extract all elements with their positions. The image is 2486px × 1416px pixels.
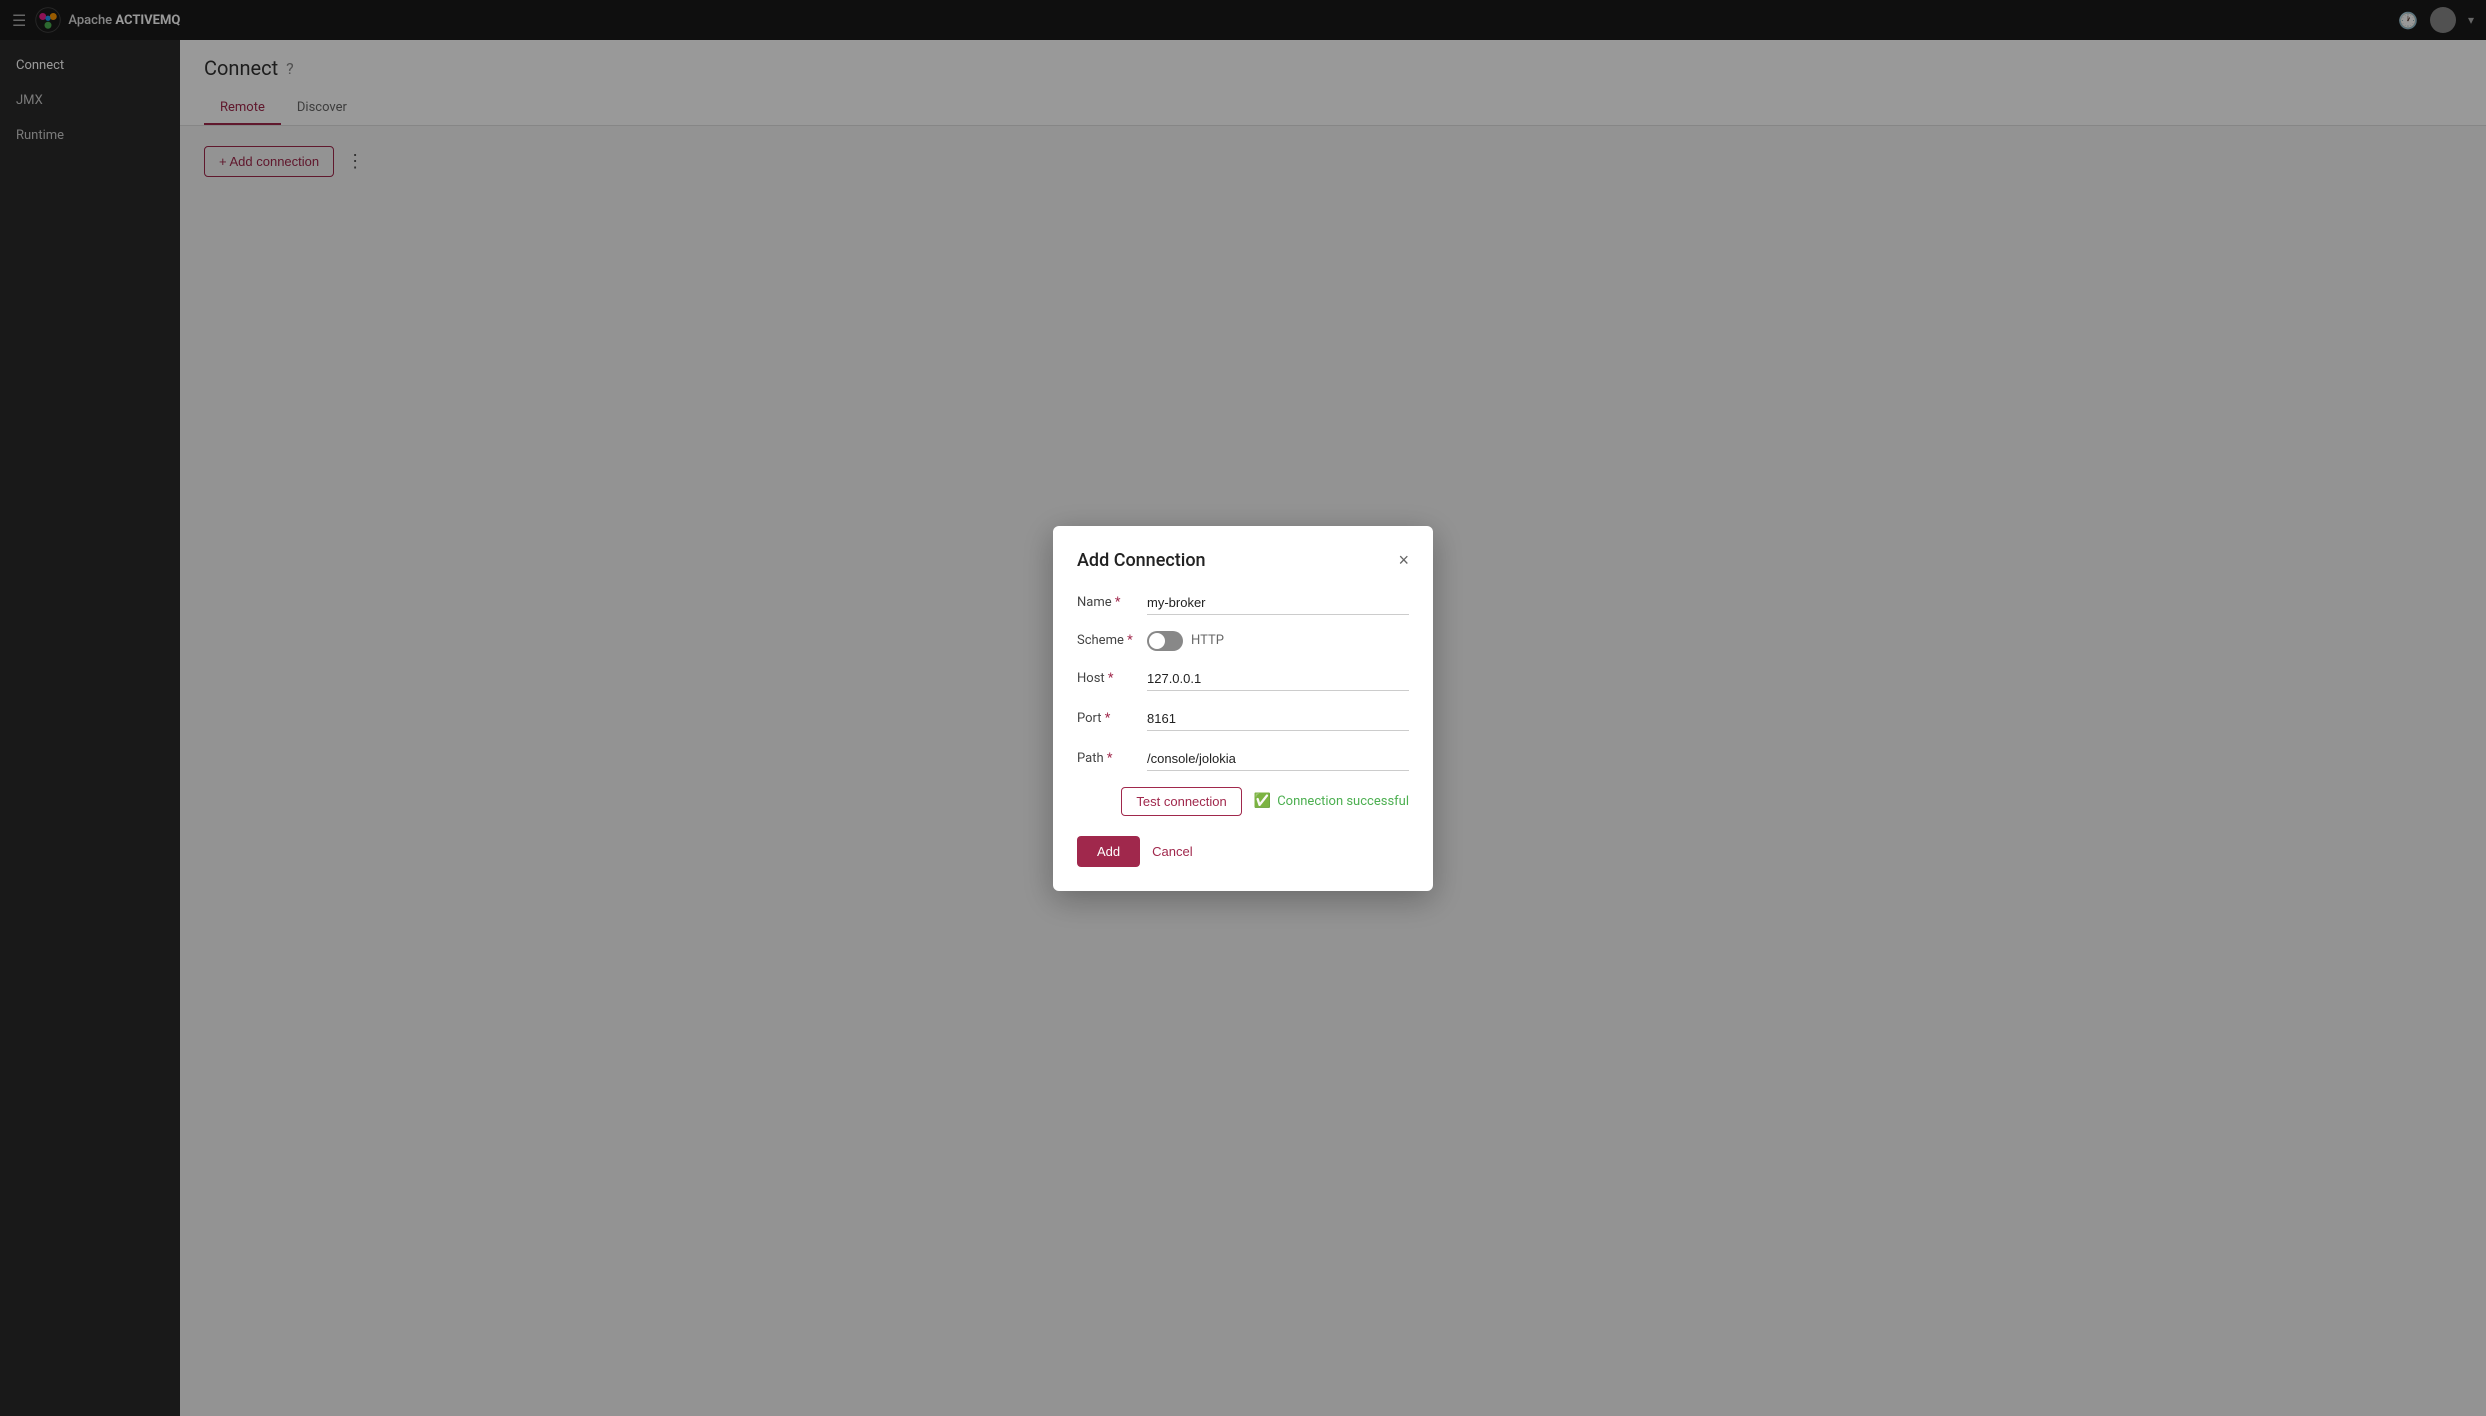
add-connection-modal: Add Connection × Name * Scheme * HTTP — [1053, 526, 1433, 891]
modal-title: Add Connection — [1077, 550, 1206, 571]
scheme-label: Scheme * — [1077, 633, 1147, 648]
host-field-row: Host * — [1077, 667, 1409, 691]
path-label: Path * — [1077, 751, 1147, 766]
success-text: Connection successful — [1277, 794, 1409, 809]
scheme-toggle[interactable] — [1147, 631, 1183, 651]
cancel-button[interactable]: Cancel — [1152, 844, 1192, 859]
toggle-knob — [1149, 633, 1165, 649]
path-input[interactable] — [1147, 747, 1409, 771]
host-input[interactable] — [1147, 667, 1409, 691]
path-field-row: Path * — [1077, 747, 1409, 771]
modal-header: Add Connection × — [1077, 550, 1409, 571]
modal-overlay: Add Connection × Name * Scheme * HTTP — [0, 0, 2486, 1416]
modal-close-button[interactable]: × — [1398, 551, 1409, 569]
port-label: Port * — [1077, 711, 1147, 726]
test-connection-row: Test connection ✅ Connection successful — [1077, 787, 1409, 816]
port-field-row: Port * — [1077, 707, 1409, 731]
add-button[interactable]: Add — [1077, 836, 1140, 867]
port-input[interactable] — [1147, 707, 1409, 731]
modal-footer: Add Cancel — [1077, 836, 1409, 867]
name-label: Name * — [1077, 595, 1147, 610]
scheme-toggle-container: HTTP — [1147, 631, 1224, 651]
test-connection-button[interactable]: Test connection — [1121, 787, 1241, 816]
scheme-field-row: Scheme * HTTP — [1077, 631, 1409, 651]
success-message: ✅ Connection successful — [1254, 793, 1409, 809]
name-input[interactable] — [1147, 591, 1409, 615]
name-field-row: Name * — [1077, 591, 1409, 615]
success-icon: ✅ — [1254, 793, 1271, 809]
scheme-value-label: HTTP — [1191, 633, 1224, 648]
host-label: Host * — [1077, 671, 1147, 686]
